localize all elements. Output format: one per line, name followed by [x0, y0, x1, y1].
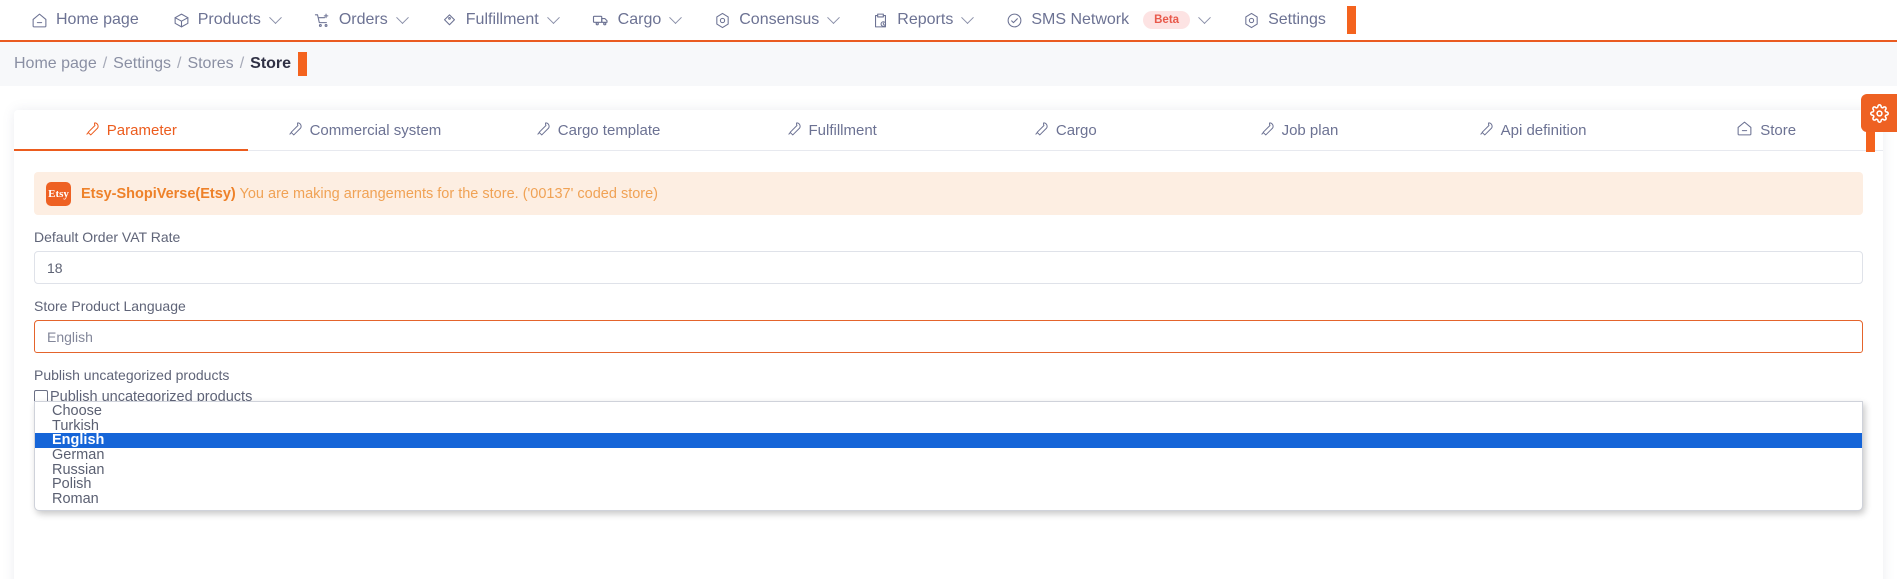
tab-label: Job plan: [1281, 121, 1339, 139]
nav-item-cargo[interactable]: Cargo: [575, 0, 698, 41]
tab-strip: Parameter Commercial system Cargo template…: [14, 94, 1897, 152]
box-icon: [173, 12, 190, 29]
store-product-language-label: Store Product Language: [34, 298, 186, 314]
breadcrumb-separator: /: [102, 55, 108, 72]
etsy-badge-icon: Etsy: [46, 181, 71, 206]
home-icon: [31, 12, 48, 29]
nav-item-consensus[interactable]: Consensus: [697, 0, 855, 41]
breadcrumb-link[interactable]: Settings: [113, 55, 171, 73]
dropdown-option[interactable]: English: [35, 433, 1862, 449]
vat-rate-input[interactable]: [34, 251, 1863, 284]
nav-cursor-marker: [1346, 6, 1356, 34]
breadcrumb-cursor-marker: [298, 52, 308, 76]
checkbox-group-label: Publish uncategorized products: [34, 367, 230, 383]
dropdown-option[interactable]: Roman: [35, 492, 1862, 507]
wrench-icon: [85, 121, 100, 140]
chevron-down-icon[interactable]: [961, 10, 975, 24]
checkbox-group: Publish uncategorized products Publish un…: [34, 367, 1863, 405]
tab-label: Parameter: [106, 121, 177, 139]
tab-api-definition[interactable]: Api definition: [1416, 110, 1650, 150]
chevron-down-icon[interactable]: [827, 10, 841, 24]
cart-plus-icon: [314, 12, 331, 29]
check-circle-icon: [1006, 12, 1023, 29]
tab-label: Commercial system: [309, 121, 442, 139]
dropdown-option[interactable]: German: [35, 448, 1862, 463]
chevron-down-icon[interactable]: [395, 10, 409, 24]
nav-item-reports[interactable]: Reports: [855, 0, 989, 41]
nav-item-label: Cargo: [617, 11, 662, 28]
dropdown-option[interactable]: Russian: [35, 463, 1862, 478]
nav-item-settings[interactable]: Settings: [1226, 0, 1343, 41]
nav-item-sms-network[interactable]: SMS Network Beta: [989, 0, 1226, 41]
tab-label: Api definition: [1500, 121, 1587, 139]
tab-cargo[interactable]: Cargo: [949, 110, 1183, 150]
beta-badge: Beta: [1143, 11, 1191, 29]
tab-label: Fulfillment: [808, 121, 877, 139]
nav-item-products[interactable]: Products: [156, 0, 297, 41]
tab-label: Cargo template: [557, 121, 661, 139]
truck-icon: [592, 11, 610, 29]
language-dropdown-list[interactable]: Choose Turkish English German Russian Polish R…: [34, 401, 1863, 511]
tab-cargo-template[interactable]: Cargo template: [481, 110, 715, 150]
alert-message: Etsy-ShopiVerse(Etsy) You are making arr…: [81, 186, 658, 202]
nav-item-label: SMS Network: [1031, 11, 1130, 28]
tab-fulfillment[interactable]: Fulfillment: [715, 110, 949, 150]
breadcrumb-separator: /: [239, 55, 245, 72]
clipboard-clock-icon: [872, 12, 889, 29]
store-product-language-select[interactable]: [34, 320, 1863, 353]
tab-label: Store: [1760, 121, 1797, 139]
settings-card: Parameter Commercial system Cargo template…: [14, 94, 1897, 579]
wrench-icon: [1034, 121, 1049, 140]
alert-message-text: You are making arrangements for the stor…: [239, 185, 659, 202]
chevron-down-icon[interactable]: [669, 10, 683, 24]
wrench-icon: [787, 121, 802, 140]
tab-job-plan[interactable]: Job plan: [1182, 110, 1416, 150]
wrench-icon: [288, 121, 303, 140]
tab-parameter[interactable]: Parameter: [14, 110, 248, 151]
chevron-down-icon[interactable]: [546, 10, 560, 24]
target-icon: [714, 12, 731, 29]
tab-label: Cargo: [1055, 121, 1097, 139]
nav-item-label: Products: [197, 11, 261, 28]
nav-item-label: Consensus: [739, 11, 820, 28]
store-product-language-field: Store Product Language: [34, 298, 1863, 353]
dropdown-option[interactable]: Polish: [35, 477, 1862, 492]
store-alert-banner: Etsy Etsy-ShopiVerse(Etsy) You are makin…: [34, 172, 1863, 215]
chevron-down-icon[interactable]: [1198, 10, 1211, 24]
tab-store[interactable]: Store: [1649, 110, 1883, 150]
gear-outline-icon: [1243, 12, 1260, 29]
nav-item-home-page[interactable]: Home page: [14, 0, 156, 41]
breadcrumb-separator: /: [176, 55, 182, 72]
wrench-icon: [1479, 121, 1494, 140]
top-navigation-bar: Home page Products Orders Fulfillment Cargo C…: [0, 0, 1897, 42]
breadcrumb-current: Store: [250, 55, 292, 72]
nav-item-label: Home page: [56, 11, 139, 28]
nav-item-orders[interactable]: Orders: [297, 0, 424, 41]
nav-item-fulfillment[interactable]: Fulfillment: [424, 0, 575, 41]
breadcrumb: Home page / Settings / Stores / Store: [0, 42, 1897, 86]
dropdown-option[interactable]: Turkish: [35, 418, 1862, 434]
breadcrumb-link[interactable]: Stores: [187, 55, 233, 73]
tag-icon: [441, 12, 458, 29]
nav-item-label: Reports: [897, 11, 954, 28]
vat-rate-label: Default Order VAT Rate: [34, 229, 181, 245]
chevron-down-icon[interactable]: [268, 10, 282, 24]
nav-item-label: Settings: [1268, 11, 1326, 28]
parameter-form: Default Order VAT Rate Store Product Lan…: [14, 215, 1883, 511]
breadcrumb-link[interactable]: Home page: [14, 55, 97, 73]
nav-item-label: Orders: [338, 11, 388, 28]
alert-store-name: Etsy-ShopiVerse(Etsy): [81, 185, 236, 202]
nav-item-label: Fulfillment: [465, 11, 539, 28]
wrench-icon: [536, 121, 551, 140]
vat-rate-field: Default Order VAT Rate: [34, 229, 1863, 284]
dropdown-option[interactable]: Choose: [35, 404, 1862, 419]
wrench-icon: [1260, 121, 1275, 140]
home-icon: [1736, 120, 1753, 141]
settings-gear-button[interactable]: [1861, 94, 1897, 132]
tab-commercial-system[interactable]: Commercial system: [248, 110, 482, 150]
